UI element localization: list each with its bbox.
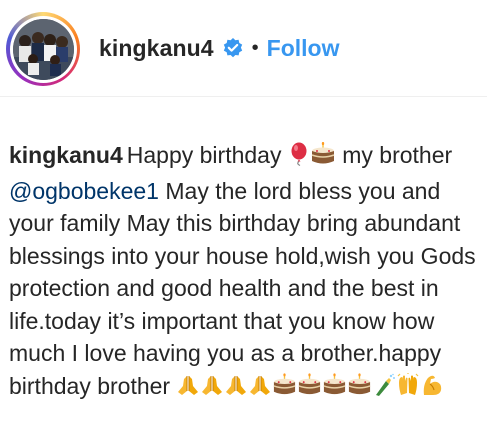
champagne-emoji: [372, 373, 396, 406]
emoji-row: [176, 372, 444, 399]
mention-link[interactable]: @ogbobekee1: [9, 178, 159, 204]
folded-hands-emoji: [176, 373, 200, 406]
avatar[interactable]: [12, 18, 74, 80]
caption-author[interactable]: kingkanu4: [9, 142, 123, 168]
header-divider: [0, 96, 487, 97]
folded-hands-emoji: [200, 373, 224, 406]
birthday-cake-emoji: [310, 141, 336, 175]
post-username[interactable]: kingkanu4: [99, 35, 214, 62]
separator-dot: •: [251, 36, 259, 59]
folded-hands-emoji: [224, 373, 248, 406]
folded-hands-emoji: [248, 373, 272, 406]
birthday-cake-emoji: [272, 372, 297, 406]
birthday-cake-emoji: [347, 372, 372, 406]
group-photo-avatar-image: [12, 18, 74, 80]
story-ring[interactable]: [6, 12, 80, 86]
balloon-emoji: [288, 142, 310, 175]
flexed-biceps-emoji: [420, 373, 444, 406]
post-caption: kingkanu4 Happy birthday my brother @ogbo…: [9, 139, 485, 405]
post-header: kingkanu4 • Follow: [0, 0, 487, 96]
birthday-cake-emoji: [297, 372, 322, 406]
caption-text-3: May the lord bless you and your family M…: [9, 177, 476, 399]
raising-hands-emoji: [396, 372, 420, 406]
follow-button[interactable]: Follow: [267, 35, 340, 62]
caption-text-1: Happy birthday: [126, 142, 288, 168]
birthday-cake-emoji: [322, 372, 347, 406]
caption-text-2: my brother: [335, 142, 453, 168]
verified-badge-icon: [222, 37, 244, 59]
